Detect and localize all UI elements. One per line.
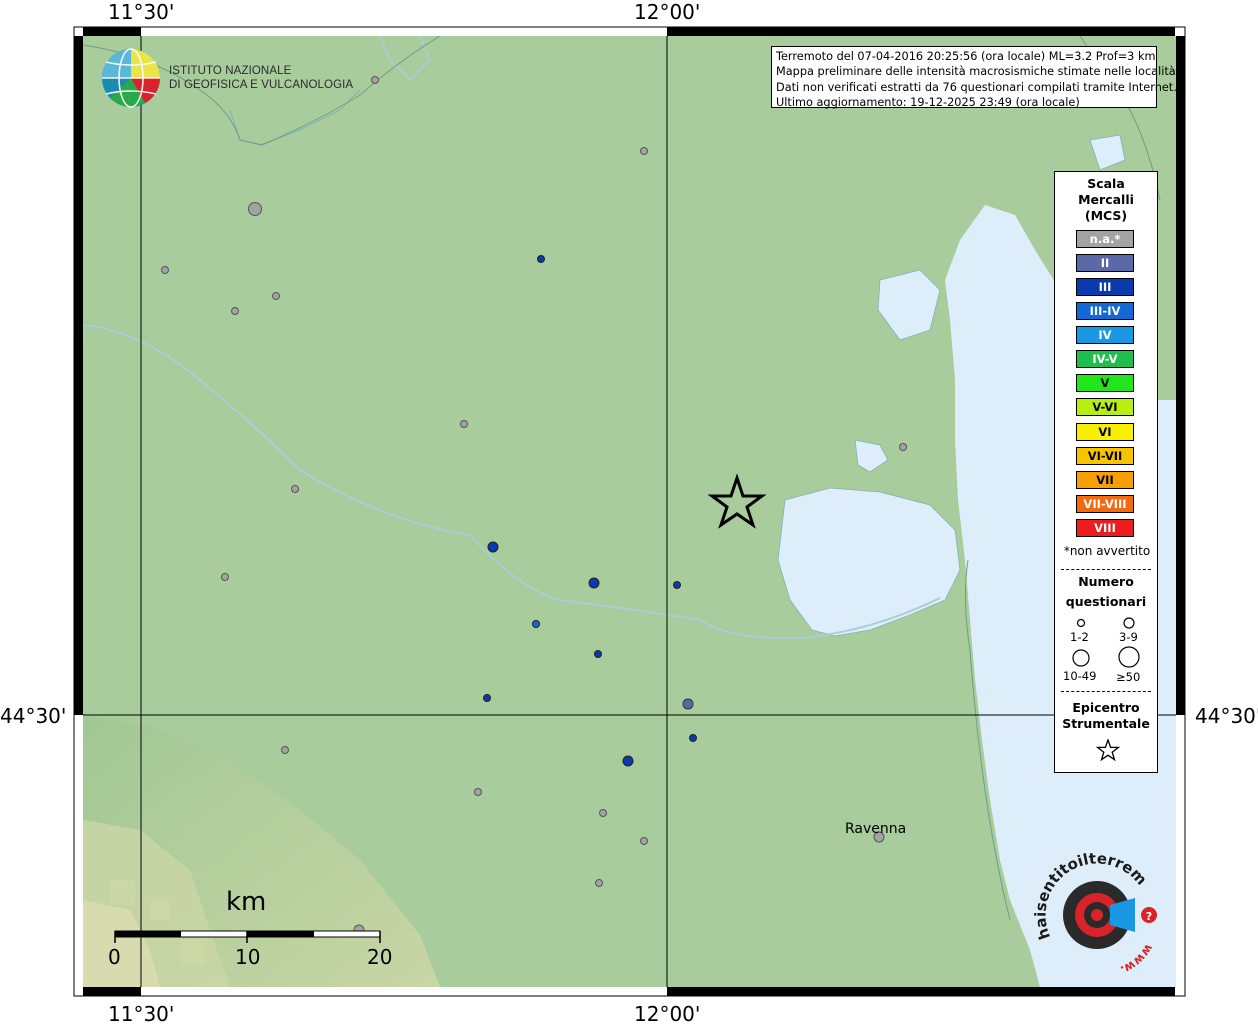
ingv-logo-line2: DI GEOFISICA E VULCANOLOGIA [169, 79, 354, 91]
lat-label-right-4430: 44°30' [1195, 704, 1258, 728]
point-iii[interactable] [689, 734, 697, 742]
legend-swatch-viii: VIII [1076, 519, 1134, 537]
scale-bar-tick-10: 10 [235, 945, 261, 969]
point-na[interactable] [161, 266, 169, 274]
legend-swatch-vii-viii: VII-VIII [1076, 495, 1134, 513]
legend-swatch-vi-vii: VI-VII [1076, 447, 1134, 465]
legend-swatch-label: IV-V [1092, 352, 1118, 366]
legend-separator [1061, 569, 1151, 570]
point-na[interactable] [640, 147, 648, 155]
legend-swatch-iv: IV [1076, 326, 1134, 344]
point-na[interactable] [281, 746, 289, 754]
ingv-logo-text: ISTITUTO NAZIONALE DI GEOFISICA E VULCAN… [169, 64, 353, 92]
event-info-line4: Ultimo aggiornamento: 19-12-2025 23:49 (… [776, 96, 1080, 110]
legend-swatch-label: III [1098, 280, 1112, 294]
point-iii[interactable] [537, 255, 545, 263]
ingv-logo-line1: ISTITUTO NAZIONALE [169, 65, 292, 77]
point-iii[interactable] [588, 577, 600, 589]
point-iii[interactable] [622, 755, 634, 767]
legend-swatch-iii-iv: III-IV [1076, 302, 1134, 320]
legend-size-label-3-9: 3-9 [1119, 630, 1138, 644]
legend-swatch-label: III-IV [1089, 304, 1121, 318]
legend-swatch-label: VI [1098, 425, 1112, 439]
event-info-line3: Dati non verificati estratti da 76 quest… [776, 80, 1177, 94]
point-na[interactable] [272, 292, 280, 300]
point-iii[interactable] [594, 650, 602, 658]
point-na[interactable] [640, 837, 648, 845]
legend-star-icon [1096, 739, 1120, 761]
legend-note: *non avvertito [1063, 544, 1151, 558]
legend-size-label-10-49: 10-49 [1063, 669, 1097, 683]
legend-swatch-label: n.a.* [1089, 232, 1121, 246]
legend-count-title-1: Numero [1078, 574, 1134, 589]
legend-epicenter-title-1: Epicentro [1072, 700, 1140, 715]
legend-swatch-label: VII [1096, 473, 1114, 487]
point-na[interactable] [371, 76, 379, 84]
legend-size-label-1-2: 1-2 [1070, 630, 1089, 644]
point-na[interactable] [291, 485, 299, 493]
scale-bar-unit: km [226, 887, 267, 917]
legend-separator [1061, 691, 1151, 692]
legend-swatch-label: V-VI [1092, 400, 1118, 414]
event-info-line2: Mappa preliminare delle intensità macros… [776, 65, 1176, 79]
point-na[interactable] [460, 420, 468, 428]
legend-swatch-ii: II [1076, 254, 1134, 272]
legend-swatch-na: n.a.* [1076, 230, 1134, 248]
legend-size-label-50: ≥50 [1116, 670, 1141, 684]
legend-title-3: (MCS) [1084, 208, 1128, 223]
legend-title-2: Mercalli [1078, 192, 1134, 207]
legend-swatch-iv-v: IV-V [1076, 350, 1134, 368]
point-na[interactable] [599, 809, 607, 817]
lon-label-bottom-1130: 11°30' [108, 1002, 175, 1026]
lon-label-top-1200: 12°00' [634, 0, 701, 24]
scale-bar-tick-0: 0 [108, 945, 121, 969]
point-iii[interactable] [673, 581, 681, 589]
point-na[interactable] [474, 788, 482, 796]
point-ii[interactable] [682, 698, 694, 710]
legend-swatch-vii: VII [1076, 471, 1134, 489]
point-iii[interactable] [483, 694, 491, 702]
point-na[interactable] [248, 202, 262, 216]
lon-label-top-1130: 11°30' [108, 0, 175, 24]
legend-swatch-label: V [1100, 376, 1110, 390]
legend-count-title-2: questionari [1065, 594, 1147, 609]
legend-title-1: Scala [1087, 176, 1125, 191]
legend-swatch-label: IV [1098, 328, 1112, 342]
point-na[interactable] [221, 573, 229, 581]
lon-label-bottom-1200: 12°00' [634, 1002, 701, 1026]
legend-swatch-vi: VI [1076, 423, 1134, 441]
legend-swatch-label: VI-VII [1087, 449, 1123, 463]
legend-swatch-label: VIII [1094, 521, 1116, 535]
legend-swatch-v-vi: V-VI [1076, 398, 1134, 416]
point-na[interactable] [595, 879, 603, 887]
legend-swatch-label: II [1100, 256, 1110, 270]
legend-size-circles [1072, 617, 1140, 668]
point-iii-iv[interactable] [532, 620, 540, 628]
ingv-logo-icon [102, 48, 160, 108]
legend-swatch-label: VII-VIII [1083, 497, 1127, 511]
point-iii[interactable] [487, 541, 499, 553]
point-na[interactable] [231, 307, 239, 315]
point-na[interactable] [899, 443, 907, 451]
event-info-line1: Terremoto del 07-04-2016 20:25:56 (ora l… [776, 50, 1156, 63]
map-legend: Scala Mercalli (MCS) n.a.* II III III-IV… [1054, 171, 1158, 773]
place-label-ravenna: Ravenna [845, 821, 907, 837]
svg-text:?: ? [1146, 910, 1152, 923]
event-info-box: Terremoto del 07-04-2016 20:25:56 (ora l… [771, 46, 1177, 110]
legend-epicenter-title-2: Strumentale [1062, 716, 1150, 731]
legend-swatch-v: V [1076, 374, 1134, 392]
scale-bar-tick-20: 20 [367, 945, 393, 969]
legend-swatch-iii: III [1076, 278, 1134, 296]
lat-label-left-4430: 44°30' [0, 704, 67, 728]
